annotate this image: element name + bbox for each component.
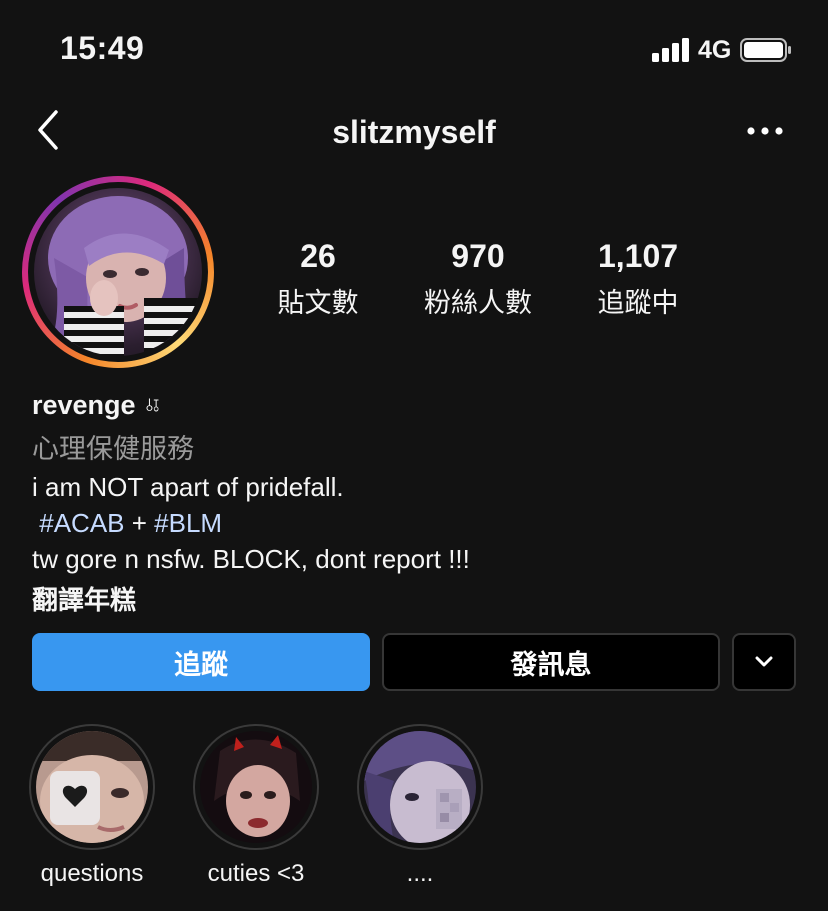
profile-category: 心理保健服務 bbox=[32, 434, 194, 464]
highlight-dots[interactable] bbox=[357, 724, 483, 850]
bio-line-2: #ACAB + #BLM bbox=[32, 508, 792, 538]
bio-line-1: i am NOT apart of pridefall. bbox=[32, 472, 344, 502]
profile-username-title: slitzmyself bbox=[332, 114, 496, 150]
suggested-accounts-button[interactable] bbox=[732, 633, 796, 691]
highlight-questions[interactable] bbox=[29, 724, 155, 850]
stat-following-label: 追蹤中 bbox=[597, 288, 679, 318]
highlight-questions-cover bbox=[36, 731, 148, 843]
display-name: revenge ⫰⫱ bbox=[32, 390, 792, 421]
stat-followers-label: 粉絲人數 bbox=[424, 288, 532, 318]
hashtag-acab[interactable]: #ACAB bbox=[39, 508, 124, 538]
avatar[interactable] bbox=[34, 188, 202, 356]
stat-followers-count: 970 bbox=[451, 238, 505, 274]
highlight-dots-label: .... bbox=[406, 860, 434, 887]
avatar-photo bbox=[44, 196, 202, 356]
follow-button[interactable]: 追蹤 bbox=[32, 633, 370, 691]
bio-line-3: tw gore n nsfw. BLOCK, dont report !!! bbox=[32, 544, 470, 574]
highlight-cuties-label: cuties <3 bbox=[207, 860, 305, 887]
status-time: 15:49 bbox=[60, 30, 145, 66]
more-dots-icon[interactable] bbox=[746, 124, 784, 138]
stat-posts-count: 26 bbox=[300, 238, 336, 274]
stat-posts-label: 貼文數 bbox=[277, 288, 359, 318]
battery-icon bbox=[740, 38, 791, 62]
highlight-cuties-cover bbox=[200, 731, 312, 843]
bio-plus: + bbox=[131, 508, 147, 538]
highlight-cuties[interactable] bbox=[193, 724, 319, 850]
network-type: 4G bbox=[698, 36, 732, 64]
message-button[interactable]: 發訊息 bbox=[382, 633, 720, 691]
stat-following[interactable]: 1,107 追蹤中 bbox=[558, 238, 718, 320]
stat-followers[interactable]: 970 粉絲人數 bbox=[398, 238, 558, 320]
signal-icon bbox=[652, 38, 689, 62]
chevron-down-icon bbox=[755, 656, 773, 667]
highlight-dots-cover bbox=[364, 731, 476, 843]
hashtag-blm[interactable]: #BLM bbox=[154, 508, 222, 538]
translate-bio-link[interactable]: 翻譯年糕 bbox=[32, 580, 792, 617]
stat-following-count: 1,107 bbox=[597, 238, 679, 274]
highlight-questions-label: questions bbox=[40, 860, 144, 887]
profile-bio: revenge ⫰⫱ 心理保健服務 i am NOT apart of prid… bbox=[32, 390, 792, 617]
stat-posts[interactable]: 26 貼文數 bbox=[238, 238, 398, 320]
display-name-text: revenge bbox=[32, 390, 136, 420]
display-name-symbols: ⫰⫱ bbox=[145, 395, 160, 415]
